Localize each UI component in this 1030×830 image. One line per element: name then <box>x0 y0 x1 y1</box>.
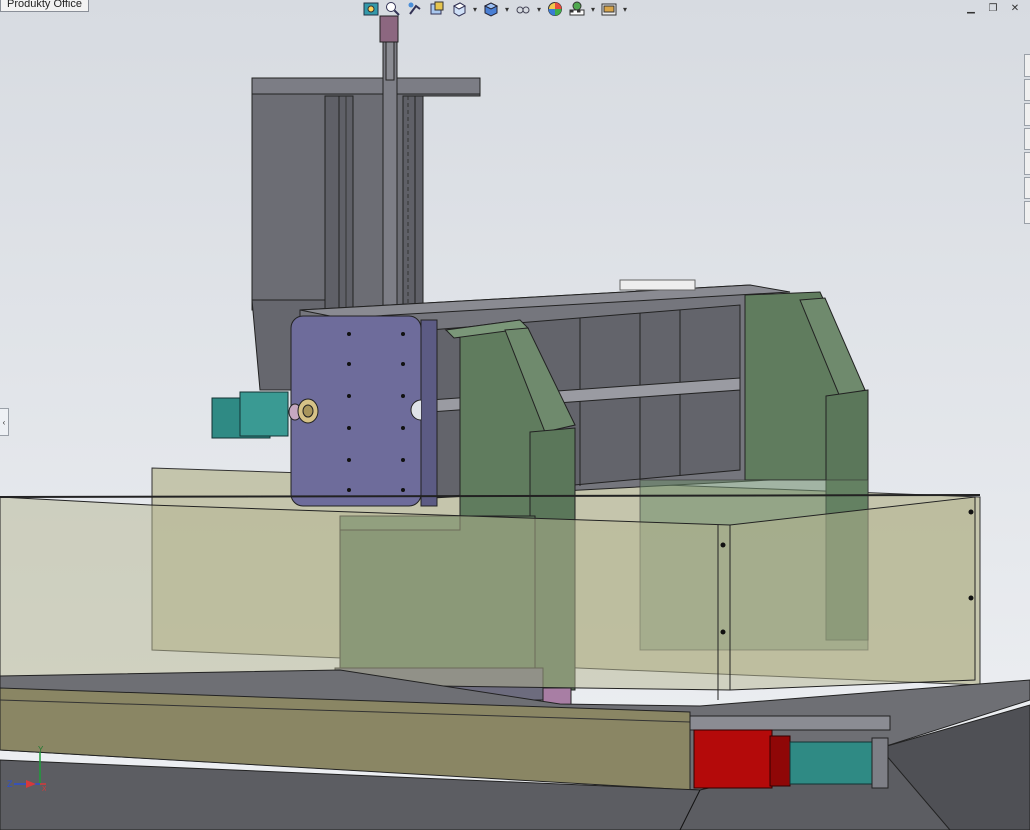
apply-scene-icon <box>569 1 585 16</box>
triad-z-label: Z <box>7 779 13 789</box>
triad-x-arrow-icon <box>26 780 36 788</box>
display-style-button[interactable] <box>482 1 500 17</box>
triad-x-label: X <box>42 786 46 792</box>
previous-view-icon <box>408 2 421 15</box>
display-style-dropdown-icon[interactable]: ▾ <box>504 1 510 17</box>
display-style-icon <box>483 2 499 17</box>
heads-up-view-toolbar: ▾ ▾ ▾ ▾ ▾ <box>362 0 628 18</box>
expand-chevron-icon: ‹ <box>2 417 6 427</box>
apply-scene-dropdown-icon[interactable]: ▾ <box>590 1 596 17</box>
cad-3d-viewport[interactable] <box>0 0 1030 830</box>
restore-icon: ❐ <box>988 2 998 14</box>
task-pane-tab[interactable] <box>1024 201 1030 225</box>
view-orientation-icon <box>452 2 467 17</box>
task-pane-tab[interactable] <box>1024 78 1030 102</box>
task-pane-tabs <box>1024 54 1030 225</box>
hide-show-dropdown-icon[interactable]: ▾ <box>536 1 542 17</box>
view-orientation-button[interactable] <box>450 1 468 17</box>
task-pane-tab[interactable] <box>1024 103 1030 126</box>
zoom-to-fit-button[interactable] <box>362 1 380 17</box>
edit-appearance-icon <box>548 2 562 16</box>
view-orientation-dropdown-icon[interactable]: ▾ <box>472 1 478 17</box>
window-controls: ▁ ❐ ✕ <box>964 2 1022 14</box>
zoom-area-icon <box>386 2 400 16</box>
zoom-to-fit-icon <box>363 2 379 16</box>
restore-button[interactable]: ❐ <box>986 2 1000 14</box>
hide-show-items-button[interactable] <box>514 1 532 17</box>
feature-tree-expand-handle[interactable]: ‹ <box>0 408 9 436</box>
edit-appearance-button[interactable] <box>546 1 564 17</box>
glass-enclosure-front <box>0 494 981 700</box>
task-pane-tab[interactable] <box>1024 176 1030 200</box>
section-view-icon <box>430 1 444 15</box>
close-button[interactable]: ✕ <box>1008 2 1022 14</box>
previous-view-button[interactable] <box>406 1 424 17</box>
reference-triad: Y Z X <box>7 745 46 792</box>
motor-right-teal[interactable] <box>789 737 889 789</box>
office-products-tab[interactable]: Produkty Office <box>0 0 89 12</box>
zoom-area-button[interactable] <box>384 1 402 17</box>
hide-show-icon <box>516 6 530 14</box>
section-view-button[interactable] <box>428 1 446 17</box>
close-icon: ✕ <box>1010 2 1020 14</box>
view-settings-icon <box>601 3 617 16</box>
minimize-button[interactable]: ▁ <box>964 2 978 14</box>
triad-y-label: Y <box>38 745 44 754</box>
task-pane-tab[interactable] <box>1024 127 1030 151</box>
apply-scene-button[interactable] <box>568 1 586 17</box>
cad-window: Produkty Office ▾ ▾ ▾ ▾ ▾ ▁ ❐ ✕ ‹ Y Z X <box>0 0 1030 830</box>
task-pane-tab[interactable] <box>1024 54 1030 77</box>
view-settings-button[interactable] <box>600 1 618 17</box>
motor-red[interactable] <box>693 729 791 789</box>
minimize-icon: ▁ <box>967 2 975 14</box>
task-pane-tab[interactable] <box>1024 152 1030 175</box>
view-settings-dropdown-icon[interactable]: ▾ <box>622 1 628 17</box>
